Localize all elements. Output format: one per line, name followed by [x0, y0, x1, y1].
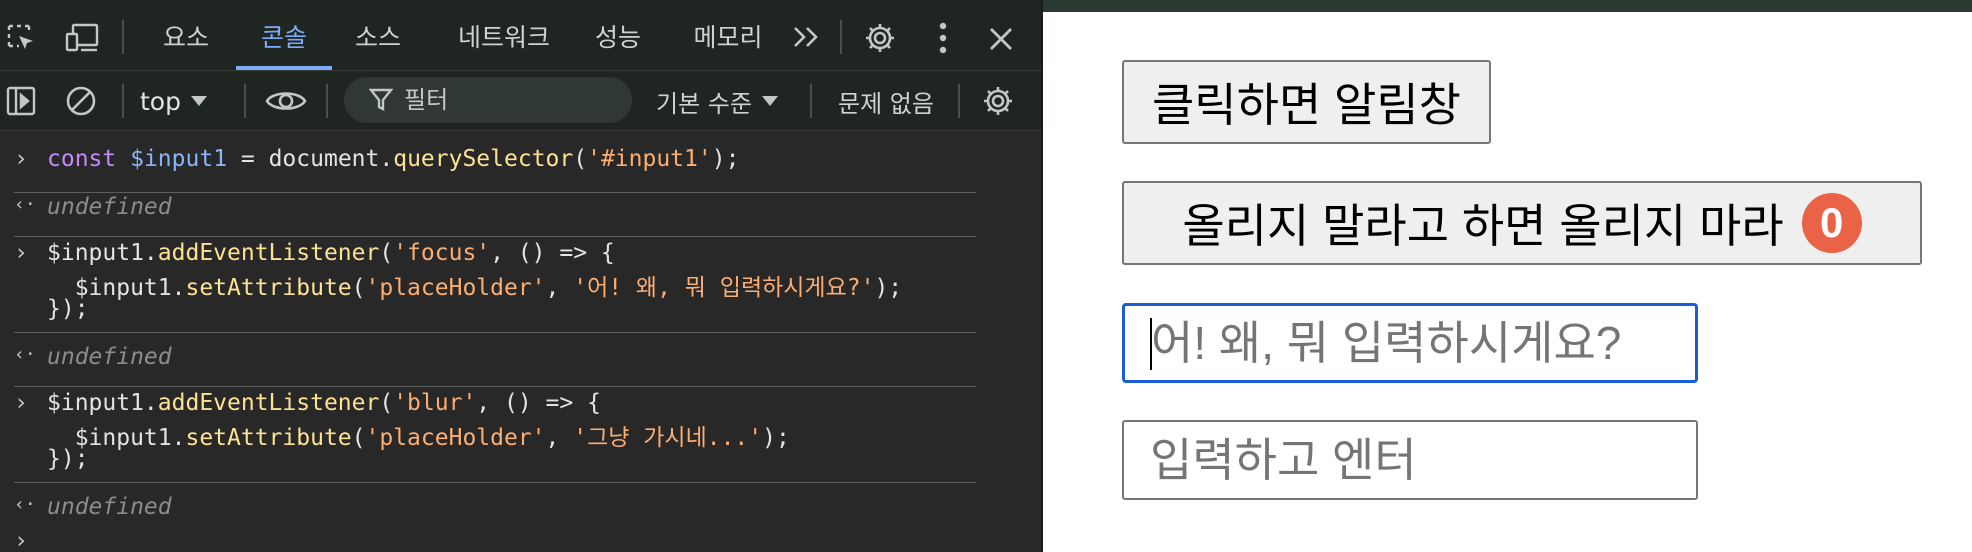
console-result-entry: ‹· undefined	[0, 340, 976, 387]
issues-button[interactable]: 문제 없음	[838, 71, 934, 131]
context-label: top	[140, 86, 181, 116]
prompt-chevron-icon: ›	[14, 240, 28, 266]
kebab-menu-icon[interactable]	[926, 20, 960, 56]
page-top-strip	[1043, 0, 1972, 12]
prompt-chevron-icon: ›	[14, 146, 28, 172]
code-line: const $input1 = document.querySelector('…	[47, 146, 740, 172]
code-line: });	[47, 296, 89, 322]
eye-icon[interactable]	[264, 84, 308, 118]
entry-divider	[14, 332, 976, 333]
toolbar-separator	[326, 84, 328, 118]
tab-sources[interactable]: 소스	[340, 0, 416, 71]
filter-input[interactable]	[404, 77, 614, 123]
log-levels-label: 기본 수준	[656, 89, 752, 118]
count-badge: 0	[1801, 193, 1862, 253]
toolbar-separator	[122, 84, 124, 118]
sidebar-toggle-icon[interactable]	[4, 84, 38, 118]
toolbar-separator	[840, 20, 842, 54]
toolbar-separator	[244, 84, 246, 118]
devtools-tab-bar: 요소 콘솔 소스 네트워크 성능 메모리	[0, 0, 1041, 71]
result-value: undefined	[47, 194, 172, 220]
result-arrow-icon: ‹·	[14, 344, 36, 365]
result-value: undefined	[47, 344, 172, 370]
chevron-down-icon	[761, 96, 778, 106]
context-selector[interactable]: top	[140, 71, 207, 131]
code-line: $input1.addEventListener('focus', () => …	[47, 240, 615, 266]
code-line: $input1.setAttribute('placeHolder', '어! …	[47, 275, 903, 301]
filter-icon	[368, 87, 394, 113]
console-settings-icon[interactable]	[980, 83, 1016, 119]
console-prompt-line[interactable]: ›	[0, 528, 976, 552]
result-value: undefined	[47, 494, 172, 520]
input1-field[interactable]	[1122, 303, 1698, 383]
close-icon[interactable]	[984, 22, 1018, 56]
no-upload-button[interactable]: 올리지 말라고 하면 올리지 마라 0	[1122, 181, 1922, 265]
log-levels-dropdown[interactable]: 기본 수준	[656, 71, 778, 131]
console-filter	[344, 77, 632, 123]
console-input-entry: › $input1.addEventListener('focus', () =…	[0, 236, 976, 346]
code-line: $input1.setAttribute('placeHolder', '그냥 …	[47, 425, 790, 451]
result-arrow-icon: ‹·	[14, 494, 36, 515]
tab-memory[interactable]: 메모리	[680, 0, 776, 71]
tab-network[interactable]: 네트워크	[438, 0, 570, 71]
tab-console[interactable]: 콘솔	[236, 0, 332, 71]
tab-elements[interactable]: 요소	[148, 0, 224, 71]
tab-performance[interactable]: 성능	[580, 0, 656, 71]
more-tabs-icon[interactable]	[790, 20, 824, 54]
code-line: });	[47, 446, 89, 472]
prompt-chevron-icon: ›	[14, 528, 28, 552]
no-upload-button-label: 올리지 말라고 하면 올리지 마라	[1182, 200, 1784, 252]
alert-button[interactable]: 클릭하면 알림창	[1122, 60, 1491, 144]
active-tab-indicator	[236, 66, 332, 70]
toolbar-separator	[810, 84, 812, 118]
inspect-icon[interactable]	[4, 21, 38, 55]
text-cursor	[1150, 318, 1152, 370]
settings-icon[interactable]	[862, 20, 898, 56]
devtools-panel: 요소 콘솔 소스 네트워크 성능 메모리 top 필터 기본 수준 문제 없음 …	[0, 0, 1041, 552]
code-line: $input1.addEventListener('blur', () => {	[47, 390, 601, 416]
toolbar-separator	[958, 84, 960, 118]
toolbar-separator	[122, 20, 124, 54]
console-input-entry: › $input1.addEventListener('blur', () =>…	[0, 386, 976, 496]
clear-console-icon[interactable]	[64, 84, 98, 118]
result-arrow-icon: ‹·	[14, 194, 36, 215]
chevron-down-icon	[190, 96, 207, 106]
entry-divider	[14, 482, 976, 483]
input2-field[interactable]	[1122, 420, 1698, 500]
console-log[interactable]: › const $input1 = document.querySelector…	[0, 132, 1041, 552]
console-result-entry: ‹· undefined	[0, 190, 976, 237]
console-input-entry: › const $input1 = document.querySelector…	[0, 142, 976, 193]
issues-label: 문제 없음	[838, 89, 934, 118]
console-result-entry: ‹· undefined	[0, 490, 976, 526]
device-toggle-icon[interactable]	[64, 21, 102, 55]
prompt-chevron-icon: ›	[14, 390, 28, 416]
